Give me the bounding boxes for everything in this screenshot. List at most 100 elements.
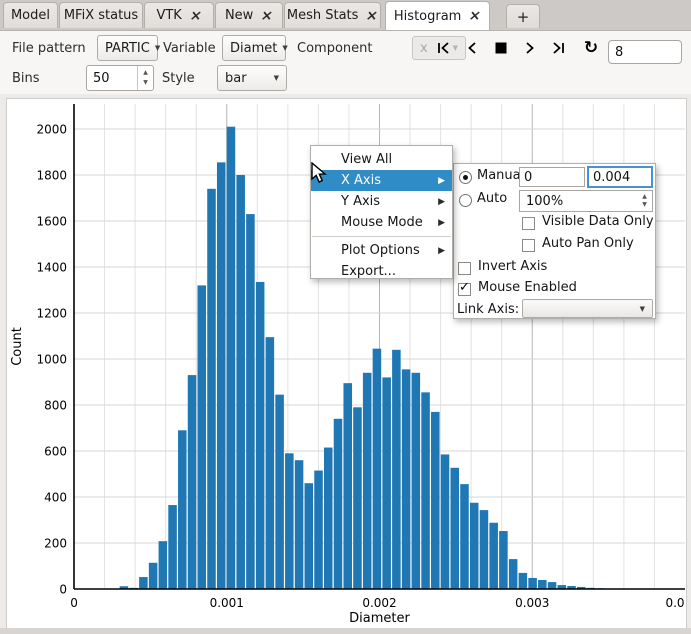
tab-mfix-status[interactable]: MFiX status [59, 2, 143, 28]
check-icon: ✓ [459, 281, 470, 294]
bins-label: Bins [12, 65, 40, 91]
step-forward-icon [524, 41, 536, 55]
invert-axis-checkbox[interactable] [458, 262, 471, 275]
menu-item-label: Y Axis [341, 194, 380, 209]
tab-label: MFiX status [64, 8, 138, 23]
svg-text:0.002: 0.002 [362, 596, 396, 610]
file-pattern-label: File pattern [12, 35, 86, 61]
refresh-button[interactable]: ↻ [580, 37, 602, 59]
x-axis-submenu: Manual Auto ▲ ▼ Visible Data Only Auto P… [453, 163, 656, 319]
variable-label: Variable [163, 35, 216, 61]
submenu-arrow-icon: ▶ [438, 176, 445, 186]
tab-new[interactable]: New × [215, 2, 283, 28]
visible-data-only-label: Visible Data Only [542, 214, 654, 229]
spin-up-icon[interactable]: ▲ [143, 70, 148, 76]
menu-item-export[interactable]: Export... [311, 261, 452, 282]
auto-pan-only-label: Auto Pan Only [542, 236, 634, 251]
plus-icon: + [517, 8, 530, 26]
svg-text:200: 200 [44, 537, 67, 551]
tab-label: Mesh Stats [287, 8, 359, 23]
close-icon[interactable]: × [365, 9, 380, 23]
svg-text:Diameter: Diameter [349, 611, 410, 626]
submenu-arrow-icon: ▶ [438, 197, 445, 207]
menu-item-label: X Axis [341, 173, 381, 188]
component-value: x [420, 41, 428, 56]
mouse-enabled-checkbox[interactable]: ✓ [458, 283, 471, 296]
mouse-cursor-icon [309, 162, 329, 184]
chevron-down-icon: ▼ [155, 44, 160, 52]
auto-pan-only-checkbox[interactable] [522, 239, 535, 252]
tab-mesh-stats[interactable]: Mesh Stats × [284, 2, 381, 28]
menu-separator [312, 236, 451, 237]
refresh-icon: ↻ [584, 40, 598, 57]
bins-input[interactable] [87, 66, 143, 90]
file-pattern-combo[interactable]: PARTIC ▼ [97, 35, 158, 61]
close-icon[interactable]: × [468, 9, 483, 23]
menu-item-label: Mouse Mode [341, 215, 423, 230]
tab-bar: Model MFiX status VTK × New × Mesh Stats… [0, 0, 691, 31]
spin-down-icon[interactable]: ▼ [642, 202, 647, 208]
chevron-down-icon: ▼ [640, 305, 645, 313]
x-min-input[interactable] [519, 167, 585, 187]
menu-item-x-axis[interactable]: X Axis ▶ [311, 170, 452, 191]
auto-label: Auto [477, 191, 507, 206]
visible-data-only-checkbox[interactable] [522, 217, 535, 230]
new-tab-button[interactable]: + [506, 4, 540, 28]
skip-last-icon [550, 41, 566, 55]
stop-button[interactable] [490, 37, 512, 59]
svg-text:1600: 1600 [36, 215, 67, 229]
tab-label: VTK [156, 8, 181, 23]
svg-text:0: 0 [70, 596, 78, 610]
svg-text:2000: 2000 [36, 123, 67, 137]
variable-combo[interactable]: Diamet ▼ [222, 35, 286, 61]
svg-text:0: 0 [59, 583, 67, 597]
link-axis-combo[interactable]: ▼ [522, 299, 653, 318]
spin-arrows[interactable]: ▲ ▼ [637, 191, 652, 211]
skip-first-button[interactable] [433, 37, 455, 59]
submenu-arrow-icon: ▶ [438, 246, 445, 256]
spin-up-icon[interactable]: ▲ [642, 194, 647, 200]
histogram-toolbar: File pattern PARTIC ▼ Variable Diamet ▼ … [0, 31, 691, 94]
step-forward-button[interactable] [519, 37, 541, 59]
stop-icon [495, 42, 507, 54]
invert-axis-label: Invert Axis [478, 259, 547, 274]
svg-text:400: 400 [44, 491, 67, 505]
style-combo[interactable]: bar ▼ [217, 65, 287, 91]
tab-vtk[interactable]: VTK × [144, 2, 214, 28]
menu-item-mouse-mode[interactable]: Mouse Mode ▶ [311, 212, 452, 233]
tab-label: Model [11, 8, 50, 23]
menu-item-view-all[interactable]: View All [311, 149, 452, 170]
svg-text:Count: Count [10, 327, 25, 366]
spin-down-icon[interactable]: ▼ [143, 80, 148, 86]
manual-radio[interactable] [459, 171, 472, 184]
skip-last-button[interactable] [547, 37, 569, 59]
auto-percent-spinbox[interactable]: ▲ ▼ [519, 190, 653, 212]
svg-text:800: 800 [44, 399, 67, 413]
submenu-arrow-icon: ▶ [438, 218, 445, 228]
close-icon[interactable]: × [188, 9, 203, 23]
menu-item-label: View All [341, 152, 392, 167]
svg-text:1400: 1400 [36, 261, 67, 275]
window-bottom-edge [0, 628, 691, 634]
tab-model[interactable]: Model [3, 2, 58, 28]
plot-context-menu: View All X Axis ▶ Y Axis ▶ Mouse Mode ▶ … [310, 145, 453, 279]
svg-text:0.0: 0.0 [665, 596, 684, 610]
mouse-enabled-label: Mouse Enabled [478, 280, 577, 295]
tab-histogram[interactable]: Histogram × [385, 1, 490, 30]
menu-item-plot-options[interactable]: Plot Options ▶ [311, 240, 452, 261]
svg-text:1200: 1200 [36, 307, 67, 321]
component-label: Component [297, 35, 372, 61]
svg-text:600: 600 [44, 445, 67, 459]
step-back-button[interactable] [461, 37, 483, 59]
close-icon[interactable]: × [260, 9, 275, 23]
menu-item-y-axis[interactable]: Y Axis ▶ [311, 191, 452, 212]
frame-index-input[interactable] [608, 40, 682, 64]
bins-spinbox[interactable]: ▲ ▼ [86, 65, 154, 91]
auto-radio[interactable] [459, 194, 472, 207]
variable-value: Diamet [230, 41, 277, 56]
x-max-input[interactable] [587, 166, 653, 188]
auto-percent-input[interactable] [520, 191, 642, 211]
spin-arrows[interactable]: ▲ ▼ [137, 66, 153, 90]
tab-label: Histogram [394, 9, 461, 24]
chevron-down-icon: ▼ [282, 44, 287, 52]
